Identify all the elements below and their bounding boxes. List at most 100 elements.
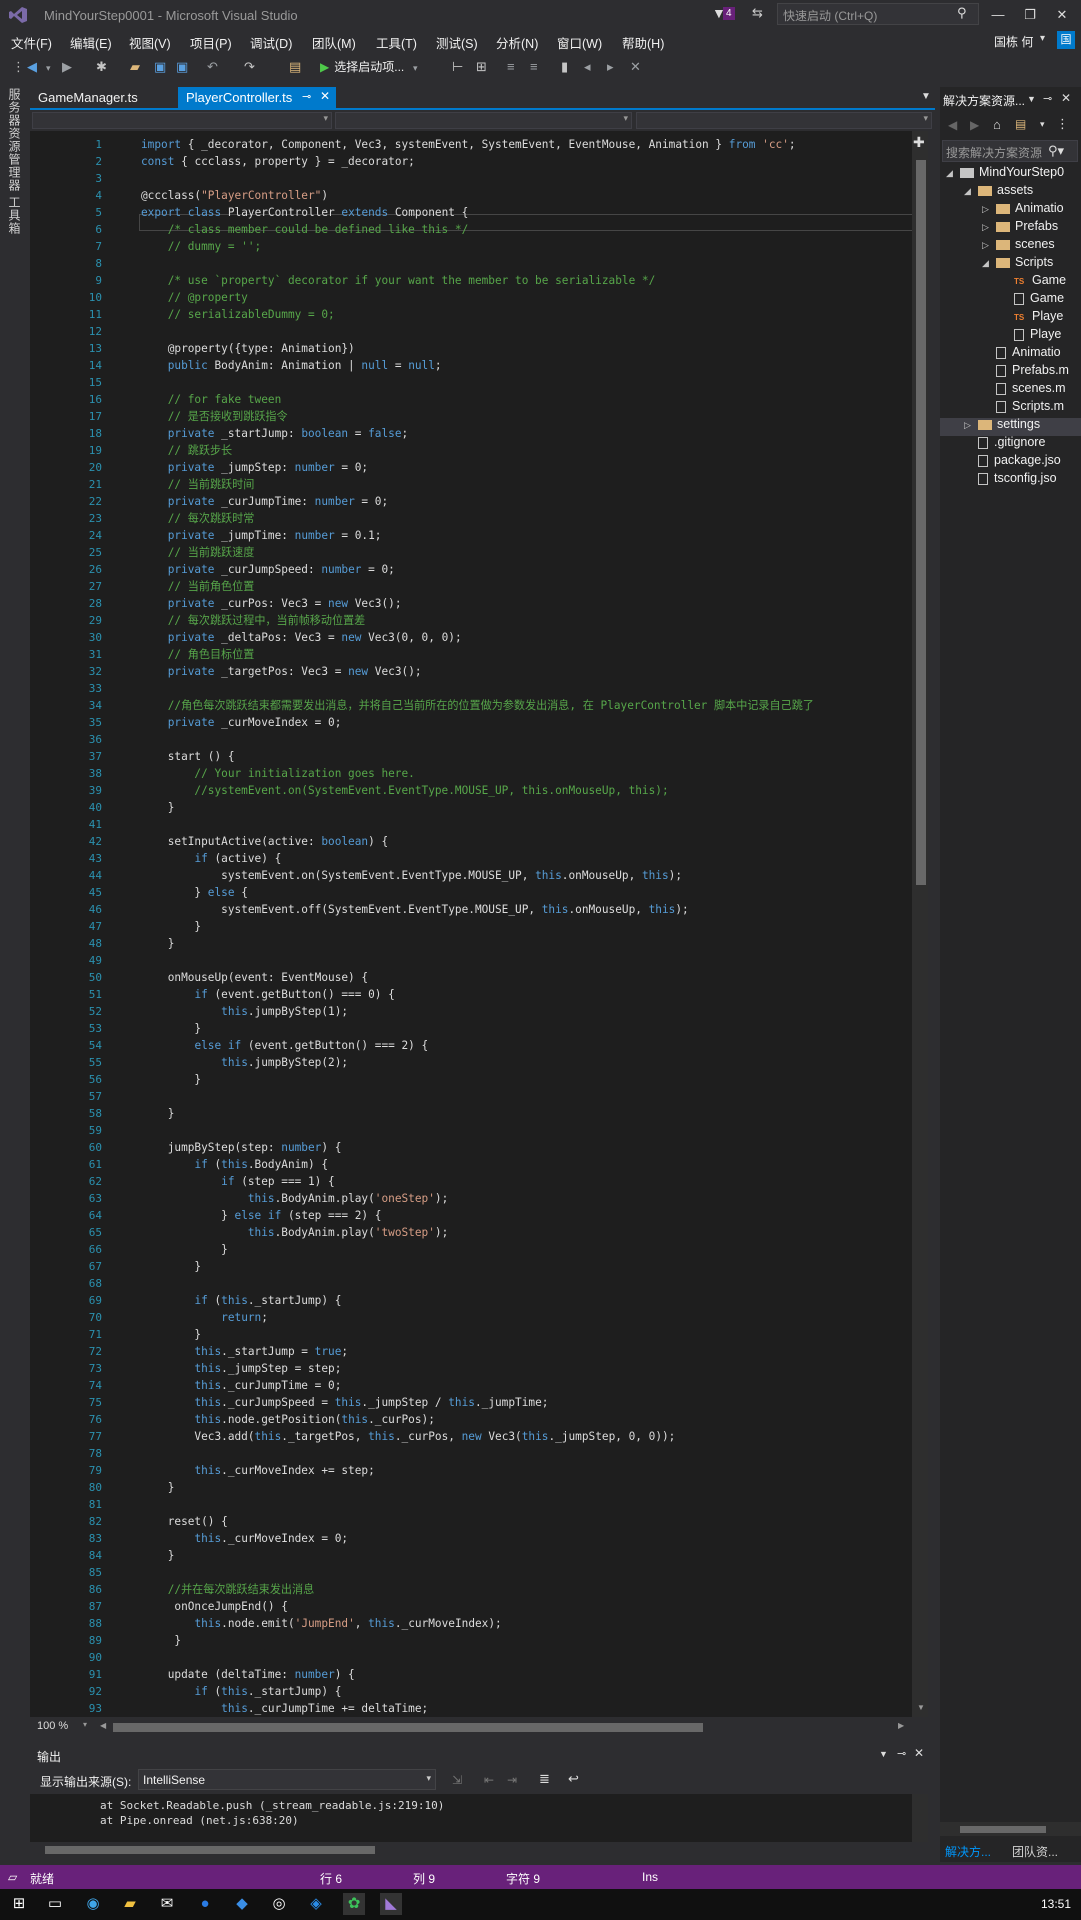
code-line[interactable]: @property({type: Animation}) bbox=[141, 340, 355, 357]
app-icon[interactable]: ◈ bbox=[305, 1893, 327, 1915]
tree-item-mindyourstep0[interactable]: ◢ MindYourStep0 bbox=[946, 165, 1064, 179]
back-icon[interactable]: ◀ bbox=[948, 118, 957, 132]
toolbox-tab[interactable]: 工具箱 bbox=[6, 196, 23, 235]
code-line[interactable]: update (deltaTime: number) { bbox=[141, 1666, 355, 1683]
close-icon[interactable]: ✕ bbox=[320, 89, 330, 103]
code-line[interactable]: //并在每次跳跃结束发出消息 bbox=[141, 1581, 315, 1598]
collapsed-icon[interactable]: ▷ bbox=[982, 240, 996, 251]
code-line[interactable]: private _curJumpSpeed: number = 0; bbox=[141, 561, 395, 578]
code-line[interactable]: } bbox=[141, 1547, 175, 1564]
search-icon[interactable]: ⚲ bbox=[957, 5, 967, 21]
tree-item-settings[interactable]: ▷ settings bbox=[964, 417, 1040, 431]
code-line[interactable]: } bbox=[141, 1105, 175, 1122]
scroll-right-icon[interactable]: ▶ bbox=[898, 1721, 904, 1730]
close-icon[interactable]: ✕ bbox=[1061, 91, 1071, 105]
menu-analyze[interactable]: 分析(N) bbox=[496, 33, 538, 52]
code-line[interactable]: reset() { bbox=[141, 1513, 228, 1530]
tree-item-scenes[interactable]: ▷ scenes bbox=[982, 237, 1055, 251]
chevron-down-icon[interactable]: ▼ bbox=[879, 1749, 888, 1759]
collapsed-icon[interactable]: ▷ bbox=[964, 420, 978, 431]
menu-team[interactable]: 团队(M) bbox=[312, 33, 356, 52]
code-line[interactable]: } bbox=[141, 799, 175, 816]
goto-message-icon[interactable]: ⇲ bbox=[452, 1773, 462, 1787]
prev-message-icon[interactable]: ⇤ bbox=[484, 1773, 494, 1787]
code-line[interactable]: const { ccclass, property } = _decorator… bbox=[141, 153, 415, 170]
code-line[interactable]: } bbox=[141, 1241, 228, 1258]
code-line[interactable]: this.node.getPosition(this._curPos); bbox=[141, 1411, 434, 1428]
back-icon[interactable]: ◀ bbox=[27, 59, 37, 75]
quick-launch-input[interactable]: 快速启动 (Ctrl+Q) bbox=[777, 3, 979, 25]
bookmark-icon[interactable]: ▮ bbox=[561, 59, 568, 75]
chevron-down-icon[interactable]: ▾ bbox=[1040, 33, 1045, 44]
close-icon[interactable]: ✕ bbox=[914, 1746, 924, 1760]
menu-test[interactable]: 测试(S) bbox=[436, 33, 478, 52]
user-avatar[interactable]: 国 bbox=[1057, 31, 1075, 49]
code-line[interactable]: setInputActive(active: boolean) { bbox=[141, 833, 388, 850]
breakpoint-icon[interactable]: ⊞ bbox=[476, 59, 487, 75]
mail-icon[interactable]: ✉ bbox=[156, 1893, 178, 1915]
code-line[interactable]: } bbox=[141, 1326, 201, 1343]
code-line[interactable]: onOnceJumpEnd() { bbox=[141, 1598, 288, 1615]
code-line[interactable]: /* class member could be defined like th… bbox=[141, 221, 469, 238]
menu-edit[interactable]: 编辑(E) bbox=[70, 33, 112, 52]
code-line[interactable]: // serializableDummy = 0; bbox=[141, 306, 335, 323]
menu-file[interactable]: 文件(F) bbox=[11, 33, 52, 52]
code-editor[interactable]: 1 import { _decorator, Component, Vec3, s… bbox=[30, 131, 928, 1717]
tab-gamemanager[interactable]: GameManager.ts bbox=[30, 88, 146, 108]
split-icon[interactable]: ✚ bbox=[913, 134, 925, 151]
wechat-icon[interactable]: ✿ bbox=[343, 1893, 365, 1915]
tree-item-assets[interactable]: ◢ assets bbox=[964, 183, 1033, 197]
tree-item-animatio[interactable]: ▷ Animatio bbox=[982, 201, 1064, 215]
clear-all-icon[interactable]: ≣ bbox=[539, 1771, 550, 1787]
tree-item-scenes-m[interactable]: scenes.m bbox=[982, 381, 1066, 395]
tree-item-playe[interactable]: TS Playe bbox=[1000, 309, 1063, 323]
more-icon[interactable]: ⋮ bbox=[1056, 116, 1069, 132]
code-line[interactable]: Vec3.add(this._targetPos, this._curPos, … bbox=[141, 1428, 675, 1445]
code-line[interactable]: private _jumpStep: number = 0; bbox=[141, 459, 368, 476]
code-line[interactable]: //systemEvent.on(SystemEvent.EventType.M… bbox=[141, 782, 668, 799]
menu-tools[interactable]: 工具(T) bbox=[376, 33, 417, 52]
next-message-icon[interactable]: ⇥ bbox=[507, 1773, 517, 1787]
expanded-icon[interactable]: ◢ bbox=[982, 258, 996, 269]
code-line[interactable]: start () { bbox=[141, 748, 235, 765]
code-line[interactable]: @ccclass("PlayerController") bbox=[141, 187, 328, 204]
code-line[interactable]: this._curMoveIndex += step; bbox=[141, 1462, 374, 1479]
code-line[interactable]: private _curMoveIndex = 0; bbox=[141, 714, 342, 731]
code-line[interactable]: this.BodyAnim.play('oneStep'); bbox=[141, 1190, 448, 1207]
code-line[interactable]: public BodyAnim: Animation | null = null… bbox=[141, 357, 442, 374]
file-explorer-icon[interactable]: ▰ bbox=[119, 1893, 141, 1915]
tree-item-package-jso[interactable]: package.jso bbox=[964, 453, 1061, 467]
code-line[interactable]: /* use `property` decorator if your want… bbox=[141, 272, 656, 289]
code-line[interactable]: } bbox=[141, 1479, 175, 1496]
code-line[interactable]: // 每次跳跃过程中，当前帧移动位置差 bbox=[141, 612, 366, 629]
tab-playercontroller[interactable]: PlayerController.ts ⊸ ✕ bbox=[178, 87, 336, 109]
pin-icon[interactable]: ⊸ bbox=[897, 1747, 906, 1760]
code-line[interactable]: return; bbox=[141, 1309, 268, 1326]
menu-project[interactable]: 项目(P) bbox=[190, 33, 232, 52]
code-line[interactable]: if (this.BodyAnim) { bbox=[141, 1156, 328, 1173]
code-line[interactable]: this.node.emit('JumpEnd', this._curMoveI… bbox=[141, 1615, 501, 1632]
project-dropdown[interactable]: ▾ bbox=[32, 112, 332, 129]
code-line[interactable]: if (event.getButton() === 0) { bbox=[141, 986, 394, 1003]
code-line[interactable]: this.BodyAnim.play('twoStep'); bbox=[141, 1224, 448, 1241]
new-project-icon[interactable]: ✱ bbox=[96, 59, 107, 75]
code-line[interactable]: private _curJumpTime: number = 0; bbox=[141, 493, 388, 510]
code-line[interactable]: //角色每次跳跃结束都需要发出消息，并将自己当前所在的位置做为参数发出消息, 在… bbox=[141, 697, 814, 714]
code-line[interactable]: if (active) { bbox=[141, 850, 281, 867]
edge-icon[interactable]: ◉ bbox=[82, 1893, 104, 1915]
code-line[interactable]: private _curPos: Vec3 = new Vec3(); bbox=[141, 595, 402, 612]
redo-icon[interactable]: ↷ bbox=[244, 59, 255, 75]
restore-button[interactable]: ❐ bbox=[1016, 4, 1044, 26]
code-line[interactable]: this._startJump = true; bbox=[141, 1343, 348, 1360]
vertical-scroll-thumb[interactable] bbox=[916, 160, 926, 885]
collapsed-icon[interactable]: ▷ bbox=[982, 204, 996, 215]
code-line[interactable]: // 当前跳跃速度 bbox=[141, 544, 255, 561]
code-line[interactable]: // 每次跳跃时常 bbox=[141, 510, 255, 527]
tree-item--gitignore[interactable]: .gitignore bbox=[964, 435, 1045, 449]
task-view-icon[interactable]: ▭ bbox=[44, 1893, 66, 1915]
forward-icon[interactable]: ▶ bbox=[970, 118, 979, 132]
code-line[interactable]: else if (event.getButton() === 2) { bbox=[141, 1037, 428, 1054]
code-line[interactable]: } else { bbox=[141, 884, 247, 901]
open-folder-icon[interactable]: ▰ bbox=[130, 59, 140, 75]
code-line[interactable]: } bbox=[141, 1632, 181, 1649]
